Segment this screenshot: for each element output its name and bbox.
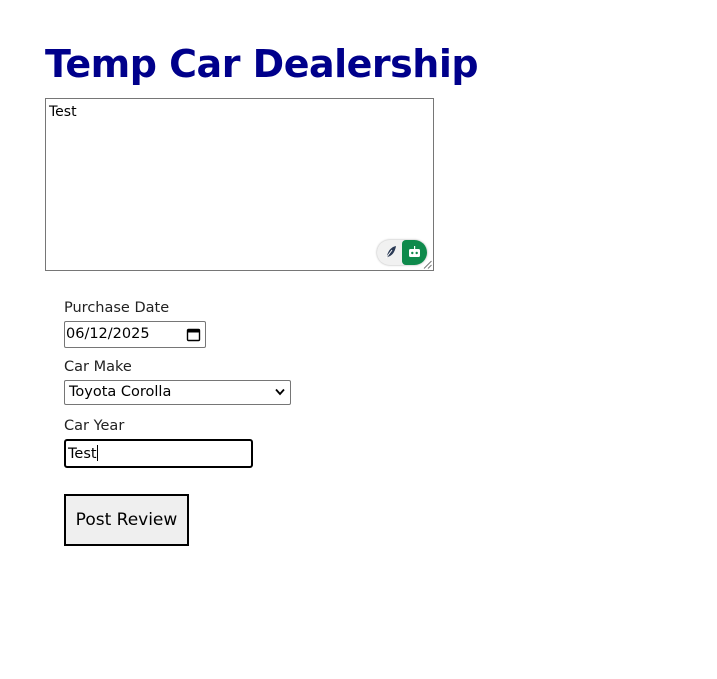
page: Temp Car Dealership Test Purchase Date 0… xyxy=(0,0,717,679)
resize-grip-icon[interactable] xyxy=(423,260,432,269)
car-make-label: Car Make xyxy=(64,359,132,375)
purchase-date-input[interactable]: 06/12/2025 xyxy=(64,321,206,348)
calendar-icon[interactable] xyxy=(186,327,201,342)
car-year-input[interactable]: Test xyxy=(64,439,253,468)
purchase-date-value: 06/12/2025 xyxy=(66,326,150,342)
page-title: Temp Car Dealership xyxy=(45,42,479,86)
car-year-field: Test xyxy=(68,445,98,462)
car-year-value: Test xyxy=(68,446,97,462)
car-make-selected: Toyota Corolla xyxy=(69,384,172,400)
review-text: Test xyxy=(49,104,77,120)
car-year-label: Car Year xyxy=(64,418,125,434)
review-textarea[interactable]: Test xyxy=(45,98,434,271)
post-review-button[interactable]: Post Review xyxy=(64,494,189,546)
chevron-down-icon xyxy=(275,388,285,396)
car-make-select[interactable]: Toyota Corolla xyxy=(64,380,291,405)
purchase-date-label: Purchase Date xyxy=(64,300,170,316)
extension-toolbar xyxy=(377,240,427,265)
text-caret xyxy=(96,445,98,461)
feather-icon[interactable] xyxy=(383,244,399,260)
